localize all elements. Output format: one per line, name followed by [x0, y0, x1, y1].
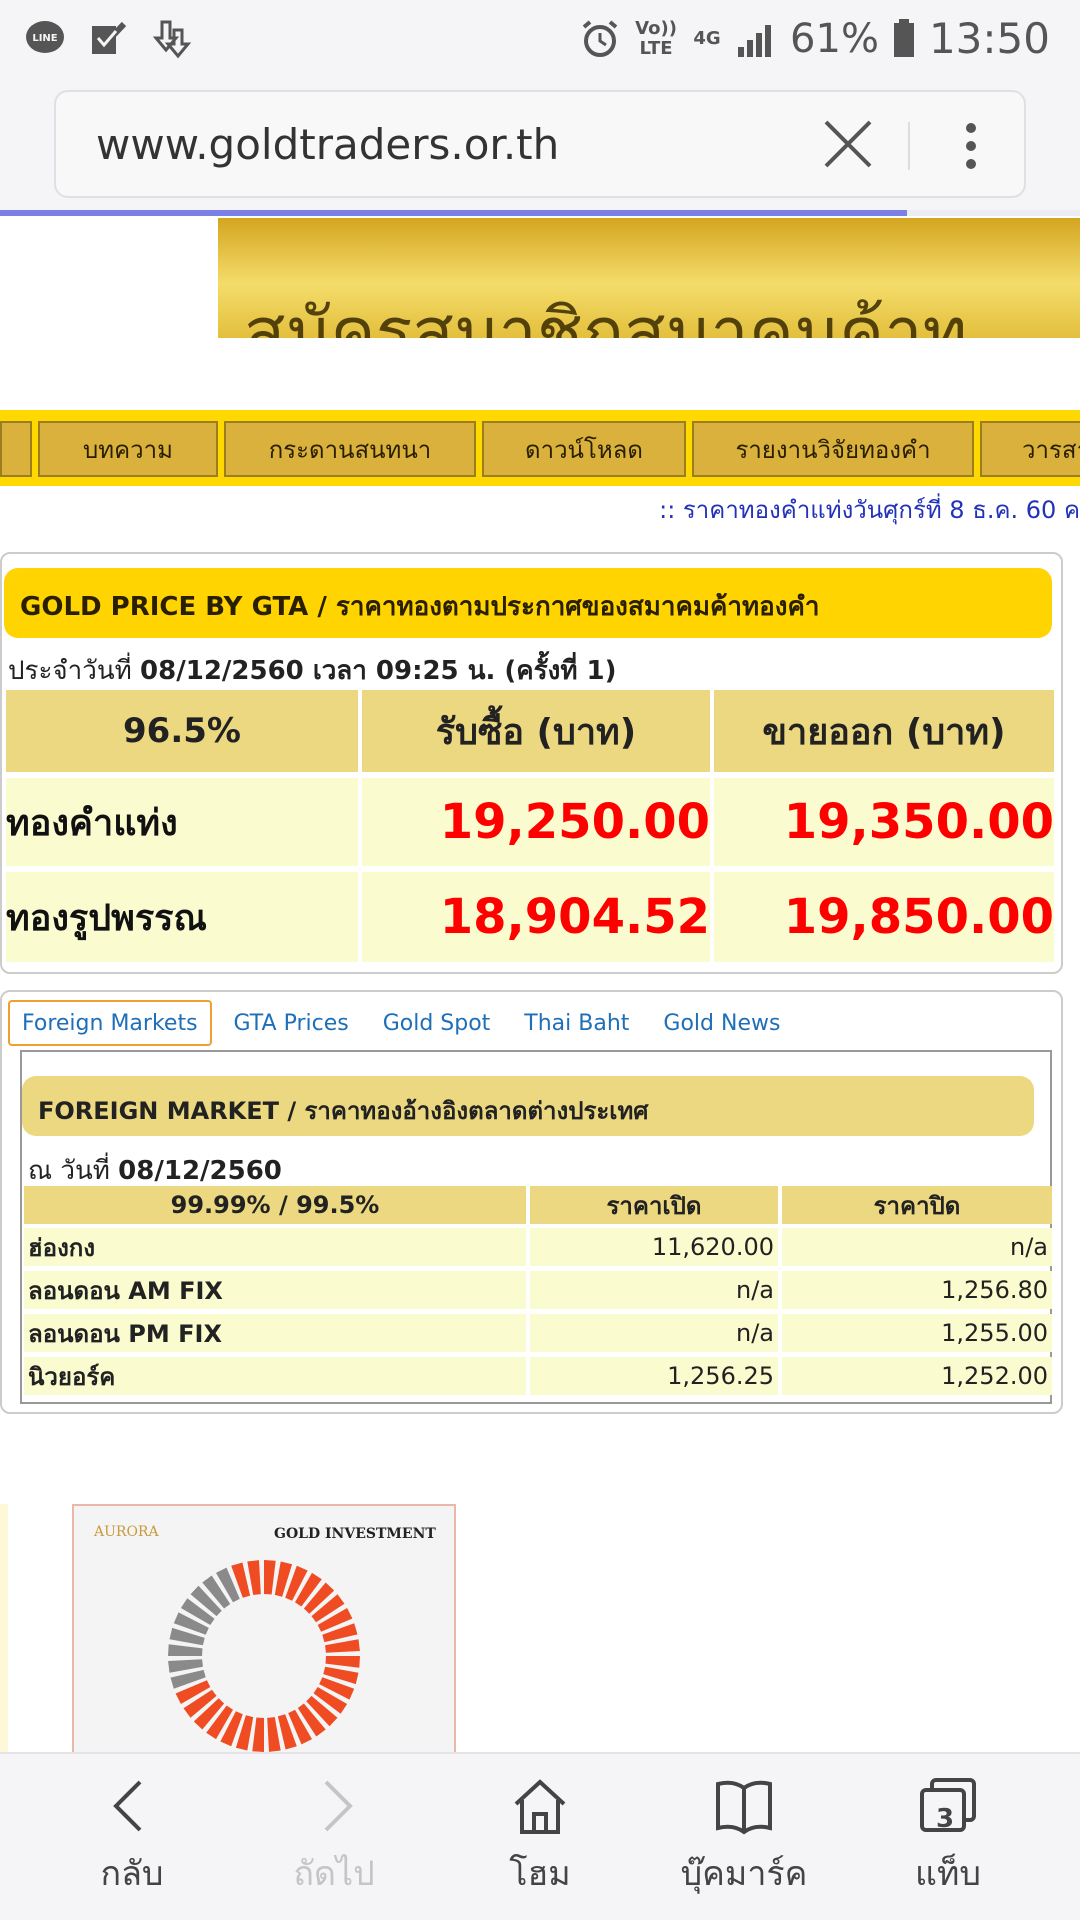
forward-button[interactable]: ถัดไป [244, 1774, 424, 1900]
gta-header-sell: ขายออก (บาท) [714, 690, 1054, 772]
gta-date-value: 08/12/2560 เวลา 09:25 น. (ครั้งที่ 1) [140, 656, 617, 686]
fm-row-label-hongkong: ฮ่องกง [24, 1228, 526, 1266]
ad-ring-segment [267, 1717, 281, 1752]
check-icon [92, 21, 127, 54]
page-load-progress [0, 210, 907, 216]
back-label: กลับ [100, 1854, 164, 1894]
nav-item-research[interactable]: รายงานวิจัยทองคำ [692, 421, 974, 477]
svg-text:LINE: LINE [32, 33, 57, 44]
alarm-icon [582, 19, 618, 57]
nav-item-forum[interactable]: กระดานสนทนา [224, 421, 476, 477]
fm-newyork-close: 1,252.00 [782, 1357, 1052, 1395]
ad-ring-segment [168, 1659, 203, 1673]
fm-header-close: ราคาปิด [782, 1186, 1052, 1224]
news-ticker[interactable]: :: ราคาทองคำแท่งวันศุกร์ที่ 8 ธ.ค. 60 ค [659, 490, 1080, 529]
url-bar[interactable]: www.goldtraders.or.th [54, 90, 1026, 198]
tab-gold-spot[interactable]: Gold Spot [371, 1000, 503, 1046]
site-nav: บทความ กระดานสนทนา ดาวน์โหลด รายงานวิจัย… [0, 410, 1080, 486]
bookmarks-label: บุ๊คมาร์ค [680, 1854, 808, 1894]
more-menu-icon[interactable] [956, 116, 986, 176]
gta-price-title: GOLD PRICE BY GTA / ราคาทองตามประกาศของส… [4, 568, 1052, 638]
browser-page: LINE Vo)) LTE 4G 61% 13:50 www.goldtrade… [0, 0, 1080, 1920]
ad-ring-segment [264, 1560, 276, 1595]
aurora-ad-banner[interactable]: AURORA GOLD INVESTMENT [72, 1504, 456, 1754]
gta-ornament-sell-price: 19,850.00 [714, 872, 1054, 962]
fm-header-purity: 99.99% / 99.5% [24, 1186, 526, 1224]
fm-london-pm-open: n/a [530, 1314, 778, 1352]
tab-thai-baht[interactable]: Thai Baht [512, 1000, 641, 1046]
nav-item-articles[interactable]: บทความ [38, 421, 218, 477]
fm-date-value: 08/12/2560 [118, 1156, 282, 1186]
url-separator [908, 122, 910, 170]
tab-count-badge: 3 [936, 1804, 955, 1834]
browser-bottom-bar: กลับ ถัดไป โฮม บุ๊คมาร์ค 3 แท็บ [0, 1752, 1080, 1920]
fm-hongkong-close: n/a [782, 1228, 1052, 1266]
page-load-progress-track [907, 210, 1080, 216]
tab-gta-prices[interactable]: GTA Prices [222, 1000, 361, 1046]
url-text[interactable]: www.goldtraders.or.th [96, 120, 559, 169]
notification-icons: LINE [24, 18, 194, 60]
line-icon: LINE [26, 21, 64, 53]
gta-row-label-bar: ทองคำแท่ง [6, 778, 358, 866]
membership-banner[interactable]: สมัครสมาชิกสมาคมค้าท [218, 218, 1080, 338]
tab-gold-news[interactable]: Gold News [651, 1000, 792, 1046]
banner-text: สมัครสมาชิกสมาคมค้าท [244, 294, 968, 338]
volte-indicator: Vo)) LTE [635, 17, 677, 59]
forward-label: ถัดไป [293, 1854, 375, 1894]
clock: 13:50 [928, 14, 1050, 63]
gta-ornament-buy-price: 18,904.52 [362, 872, 710, 962]
gta-row-label-ornament: ทองรูปพรรณ [6, 872, 358, 962]
home-label: โฮม [509, 1854, 571, 1894]
battery-percent: 61% [790, 15, 879, 62]
status-bar: LINE Vo)) LTE 4G 61% 13:50 [0, 0, 1080, 78]
close-icon[interactable] [818, 114, 878, 174]
fm-row-label-london-am: ลอนดอน AM FIX [24, 1271, 526, 1309]
fm-newyork-open: 1,256.25 [530, 1357, 778, 1395]
foreign-market-date: ณ วันที่ 08/12/2560 [28, 1150, 282, 1191]
fm-london-am-open: n/a [530, 1271, 778, 1309]
tabs-button[interactable]: 3 แท็บ [858, 1774, 1038, 1900]
nav-item-journal[interactable]: วารสา [980, 421, 1080, 477]
gta-price-date: ประจำวันที่ 08/12/2560 เวลา 09:25 น. (คร… [8, 650, 617, 691]
network-4g-indicator: 4G [693, 27, 721, 49]
tabs-label: แท็บ [915, 1854, 981, 1894]
gta-bar-sell-price: 19,350.00 [714, 778, 1054, 866]
download-icon [152, 20, 192, 59]
ad-ring-segment [325, 1656, 360, 1668]
gta-header-purity: 96.5% [6, 690, 358, 772]
back-button[interactable]: กลับ [42, 1774, 222, 1900]
ad-ring-segment [325, 1639, 360, 1653]
fm-header-open: ราคาเปิด [530, 1186, 778, 1224]
fm-row-label-newyork: นิวยอร์ค [24, 1357, 526, 1395]
fm-date-prefix: ณ วันที่ [28, 1156, 110, 1186]
fm-london-pm-close: 1,255.00 [782, 1314, 1052, 1352]
battery-icon [893, 18, 914, 57]
home-icon [514, 1779, 566, 1834]
system-status: Vo)) LTE 4G 61% 13:50 [580, 14, 1050, 63]
fm-hongkong-open: 11,620.00 [530, 1228, 778, 1266]
signal-icon [738, 24, 772, 57]
ad-ring-graphic [168, 1560, 360, 1752]
fm-london-am-close: 1,256.80 [782, 1271, 1052, 1309]
gta-date-prefix: ประจำวันที่ [8, 656, 132, 686]
fm-row-label-london-pm: ลอนดอน PM FIX [24, 1314, 526, 1352]
ad-ring-segment [247, 1560, 261, 1595]
browser-toolbar: www.goldtraders.or.th [0, 78, 1080, 210]
forward-arrow-icon [324, 1780, 353, 1832]
side-strip [0, 1504, 8, 1754]
gta-header-buy: รับซื้อ (บาท) [362, 690, 710, 772]
foreign-market-title: FOREIGN MARKET / ราคาทองอ้างอิงตลาดต่างป… [22, 1076, 1034, 1136]
tab-foreign-markets[interactable]: Foreign Markets [8, 1000, 212, 1046]
market-tabs: Foreign Markets GTA Prices Gold Spot Tha… [8, 1000, 802, 1046]
bookmarks-button[interactable]: บุ๊คมาร์ค [654, 1774, 834, 1900]
ad-ring-segment [168, 1644, 203, 1656]
nav-item-download[interactable]: ดาวน์โหลด [482, 421, 686, 477]
gta-bar-buy-price: 19,250.00 [362, 778, 710, 866]
back-arrow-icon [113, 1780, 142, 1832]
bookmark-book-icon [716, 1780, 772, 1835]
nav-item-edge[interactable] [0, 421, 32, 477]
ad-ring-segment [252, 1717, 264, 1752]
home-button[interactable]: โฮม [450, 1774, 630, 1900]
